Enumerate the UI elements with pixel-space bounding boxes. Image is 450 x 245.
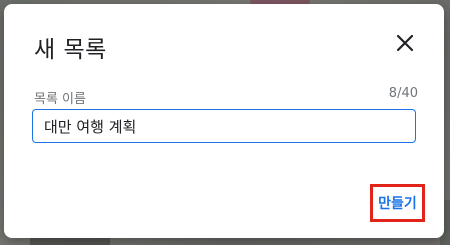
list-name-label: 목록 이름 [34, 92, 86, 107]
close-icon [396, 34, 414, 52]
list-name-input[interactable] [32, 109, 416, 143]
create-button[interactable]: 만들기 [370, 184, 425, 222]
new-list-dialog: 새 목록 목록 이름 8/40 만들기 [4, 4, 444, 238]
close-button[interactable] [390, 28, 420, 58]
dialog-title: 새 목록 [34, 37, 107, 63]
char-counter: 8/40 [388, 86, 418, 101]
